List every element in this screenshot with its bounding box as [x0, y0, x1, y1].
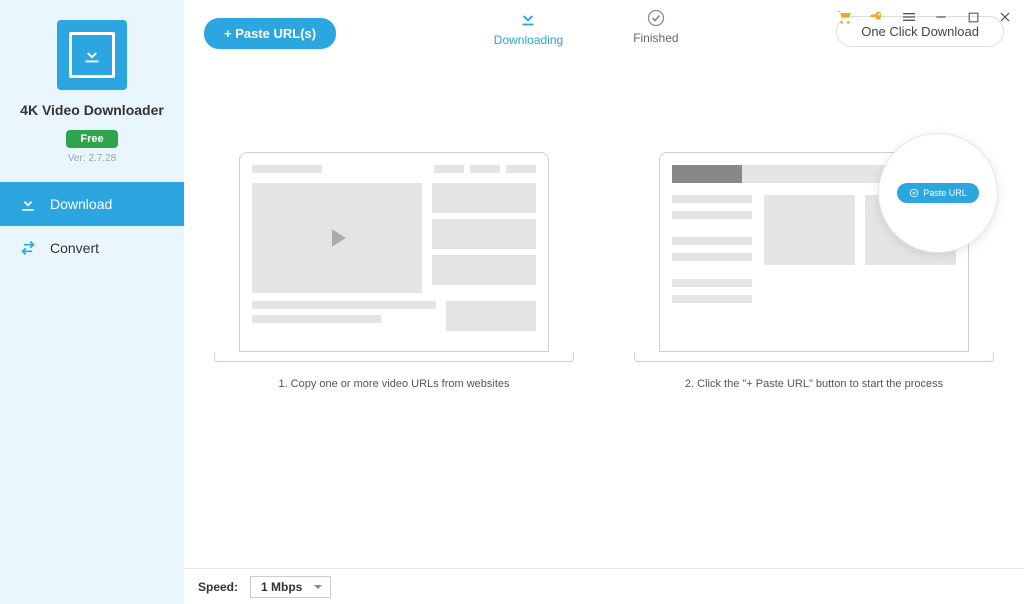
version-label: Ver: 2.7.28 — [68, 153, 116, 164]
nav-convert-label: Convert — [50, 240, 99, 256]
footer: Speed: 1 Mbps — [184, 568, 1024, 604]
tab-downloading[interactable]: Downloading — [494, 8, 563, 47]
maximize-icon[interactable] — [964, 8, 982, 26]
step2-illustration: Paste URL — [659, 152, 969, 352]
sidebar: 4K Video Downloader Free Ver: 2.7.28 Dow… — [0, 0, 184, 604]
nav-download[interactable]: Download — [0, 182, 184, 226]
main: + Paste URL(s) Downloading Finished One … — [184, 0, 1024, 604]
menu-icon[interactable] — [900, 8, 918, 26]
step2-panel: Paste URL 2. Click the "+ Paste URL" but… — [634, 152, 994, 548]
play-icon — [322, 223, 352, 253]
downloading-arrow-icon — [517, 8, 539, 30]
step1-panel: 1. Copy one or more video URLs from webs… — [214, 152, 574, 548]
tab-downloading-label: Downloading — [494, 33, 563, 47]
nav-convert[interactable]: Convert — [0, 226, 184, 270]
step1-caption: 1. Copy one or more video URLs from webs… — [278, 378, 509, 390]
free-badge: Free — [66, 130, 117, 148]
plus-icon — [909, 188, 919, 198]
convert-icon — [18, 238, 38, 258]
speed-value: 1 Mbps — [261, 580, 302, 594]
magnify-circle: Paste URL — [878, 133, 998, 253]
titlebar — [836, 8, 1014, 26]
step2-caption: 2. Click the "+ Paste URL" button to sta… — [685, 378, 943, 390]
content: 1. Copy one or more video URLs from webs… — [184, 82, 1024, 568]
app-window: 4K Video Downloader Free Ver: 2.7.28 Dow… — [0, 0, 1024, 604]
paste-url-button[interactable]: + Paste URL(s) — [204, 18, 336, 49]
nav-download-label: Download — [50, 196, 112, 212]
mini-paste-label: Paste URL — [923, 188, 967, 198]
mini-paste-btn: Paste URL — [897, 183, 979, 203]
download-icon — [18, 194, 38, 214]
cart-icon[interactable] — [836, 8, 854, 26]
step1-illustration — [239, 152, 549, 352]
key-icon[interactable] — [868, 8, 886, 26]
speed-select[interactable]: 1 Mbps — [250, 576, 331, 598]
close-icon[interactable] — [996, 8, 1014, 26]
app-title: 4K Video Downloader — [20, 102, 164, 118]
minimize-icon[interactable] — [932, 8, 950, 26]
laptop-base — [214, 352, 574, 362]
tabs: Downloading Finished — [336, 8, 836, 47]
finished-check-icon — [646, 8, 666, 28]
tab-finished[interactable]: Finished — [633, 8, 678, 47]
download-arrow-icon — [81, 44, 103, 66]
speed-label: Speed: — [198, 580, 238, 594]
laptop-base — [634, 352, 994, 362]
tab-finished-label: Finished — [633, 31, 678, 45]
nav: Download Convert — [0, 182, 184, 270]
app-logo — [57, 20, 127, 90]
